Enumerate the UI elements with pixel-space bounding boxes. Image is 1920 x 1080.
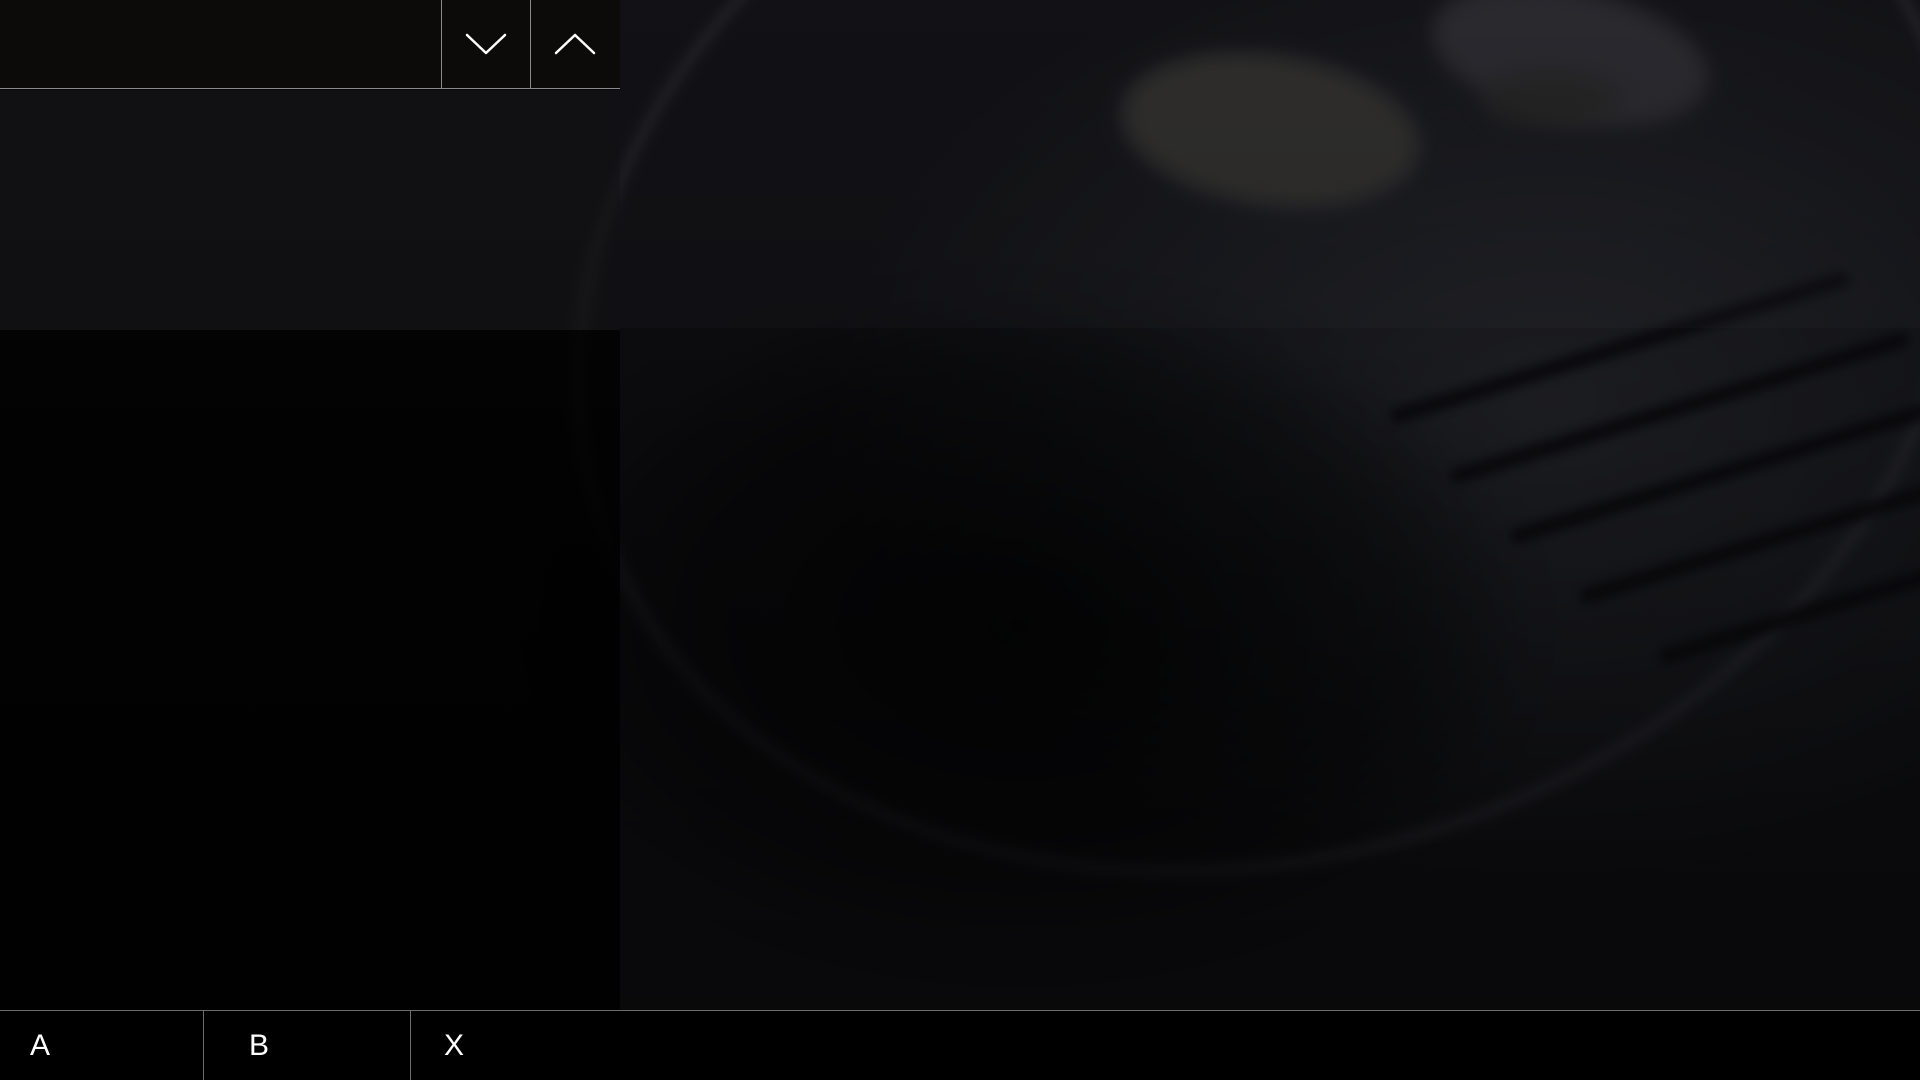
top-bar (0, 0, 620, 89)
a-button[interactable]: A (0, 1011, 204, 1080)
scroll-down-button[interactable] (441, 0, 529, 88)
button-hint-bar: A B X (0, 1010, 1920, 1080)
b-button[interactable]: B (204, 1011, 411, 1080)
x-button[interactable]: X (411, 1011, 611, 1080)
chevron-down-icon (465, 33, 506, 55)
header-band (620, 0, 1920, 328)
page-title (0, 0, 440, 88)
selected-item-area[interactable] (0, 90, 620, 330)
item-list-area (0, 330, 620, 1010)
left-panel (0, 0, 620, 1010)
chevron-up-icon (554, 33, 595, 55)
screen: A B X (0, 0, 1920, 1080)
scroll-up-button[interactable] (530, 0, 618, 88)
